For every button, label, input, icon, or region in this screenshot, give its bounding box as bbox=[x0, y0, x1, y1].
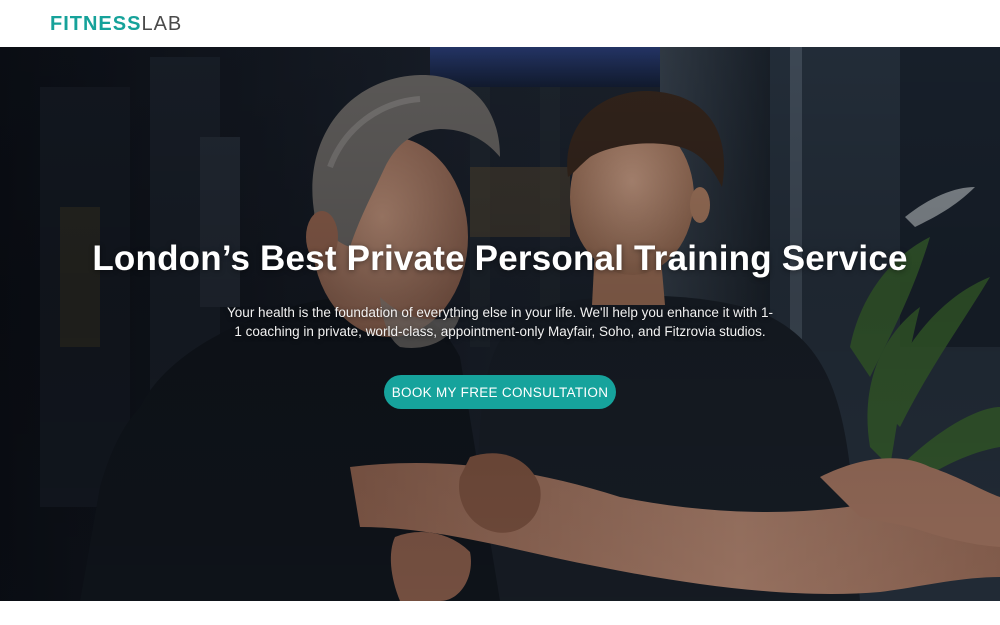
page-bottom-strip bbox=[0, 601, 1000, 625]
hero-title: London’s Best Private Personal Training … bbox=[92, 239, 908, 278]
fitnesslab-logo[interactable]: FITNESS LAB bbox=[50, 14, 182, 34]
book-consultation-button[interactable]: BOOK MY FREE CONSULTATION bbox=[384, 375, 616, 409]
hero-subtitle: Your health is the foundation of everyth… bbox=[227, 305, 773, 339]
logo-text-lab: LAB bbox=[141, 12, 183, 35]
hero-content: London’s Best Private Personal Training … bbox=[0, 47, 1000, 601]
logo-text-fitness: FITNESS bbox=[50, 12, 142, 35]
site-header: FITNESS LAB bbox=[0, 0, 1000, 47]
hero-section: London’s Best Private Personal Training … bbox=[0, 47, 1000, 601]
